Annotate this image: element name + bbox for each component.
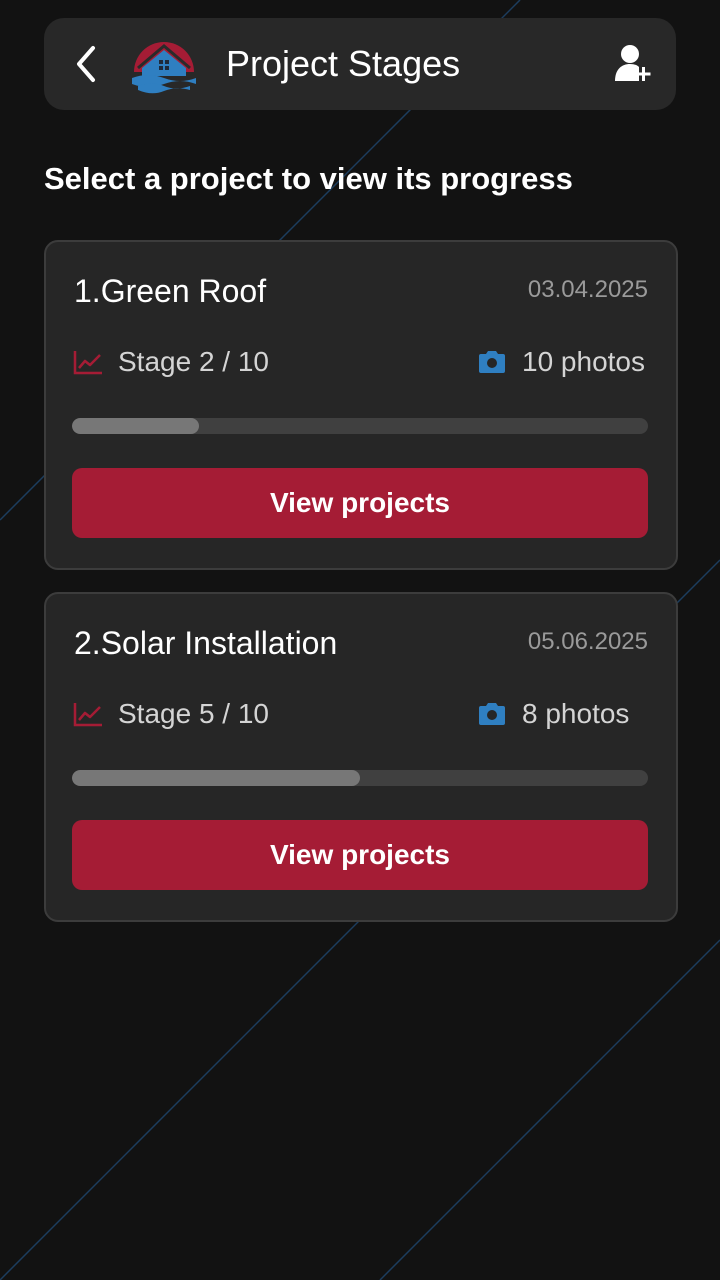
add-user-button[interactable]: [610, 40, 658, 88]
house-logo: [132, 42, 196, 94]
project-card: 1.Green Roof 03.04.2025 Stage 2 / 10 10 …: [44, 240, 678, 570]
camera-icon: [476, 698, 508, 730]
project-date: 05.06.2025: [527, 628, 648, 655]
view-projects-button[interactable]: View projects: [72, 820, 648, 890]
project-date: 03.04.2025: [527, 276, 648, 303]
back-button[interactable]: [62, 40, 110, 88]
progress-bar: [72, 418, 648, 434]
section-subtitle: Select a project to view its progress: [44, 161, 573, 196]
stage-label: Stage 5 / 10: [118, 698, 270, 729]
stage-info: Stage 2 / 10: [72, 342, 269, 382]
photos-info: 8 photos: [476, 694, 629, 734]
chart-line-icon: [72, 346, 104, 378]
top-bar: Project Stages: [44, 18, 676, 110]
photos-count: 10 photos: [522, 346, 645, 377]
chart-line-icon: [72, 698, 104, 730]
progress-fill: [72, 418, 199, 434]
project-title: 1.Green Roof: [74, 273, 267, 309]
stage-info: Stage 5 / 10: [72, 694, 269, 734]
progress-bar: [72, 770, 648, 786]
stage-label: Stage 2 / 10: [118, 346, 270, 377]
page-title: Project Stages: [226, 43, 461, 84]
add-user-icon: [615, 45, 651, 81]
chevron-left-icon: [77, 46, 95, 82]
project-card: 2.Solar Installation 05.06.2025 Stage 5 …: [44, 592, 678, 922]
progress-fill: [72, 770, 360, 786]
view-projects-button[interactable]: View projects: [72, 468, 648, 538]
camera-icon: [476, 346, 508, 378]
photos-count: 8 photos: [522, 698, 630, 729]
project-title: 2.Solar Installation: [74, 625, 338, 661]
photos-info: 10 photos: [476, 342, 645, 382]
